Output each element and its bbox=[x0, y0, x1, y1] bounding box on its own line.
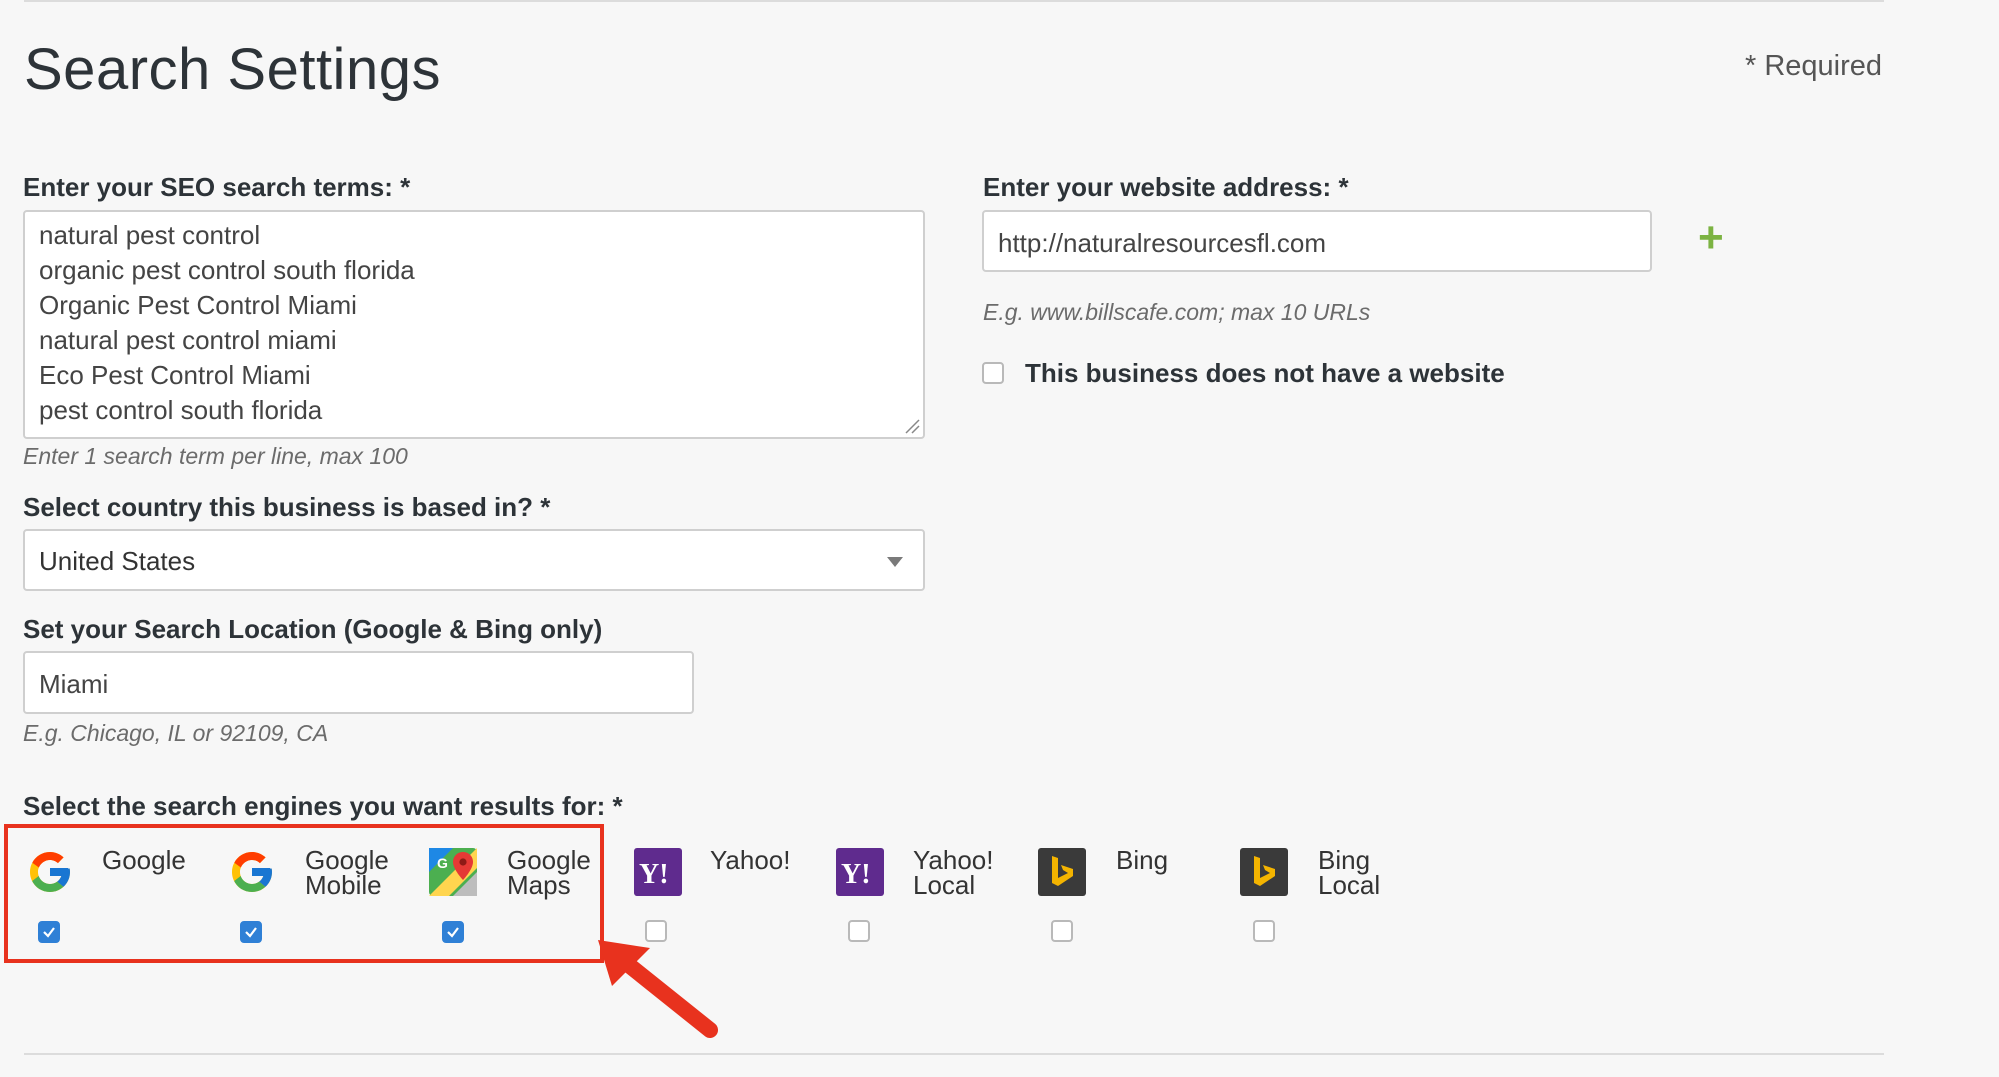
bing-icon bbox=[1240, 848, 1288, 896]
search-term-line: natural pest control bbox=[39, 220, 261, 250]
website-label: Enter your website address: * bbox=[983, 172, 1349, 202]
yahoo-icon: Y! bbox=[836, 848, 884, 896]
plus-icon[interactable]: + bbox=[1698, 216, 1732, 260]
required-note: * Required bbox=[1745, 50, 1883, 82]
engine-name-yahoo: Yahoo! bbox=[710, 845, 791, 875]
engine-yahoo: Y! bbox=[634, 848, 682, 901]
engine-name-bing: Bing bbox=[1116, 845, 1169, 875]
engine-bing bbox=[1038, 848, 1086, 901]
location-input[interactable]: Miami bbox=[23, 651, 694, 714]
annotation-arrow-icon bbox=[598, 940, 718, 1038]
search-term-line: Organic Pest Control Miami bbox=[39, 290, 357, 320]
annotation-highlight-box bbox=[4, 824, 604, 963]
location-hint: E.g. Chicago, IL or 92109, CA bbox=[23, 720, 329, 746]
engine-checkbox-yahoo-local[interactable] bbox=[848, 920, 870, 942]
svg-text:Y!: Y! bbox=[841, 859, 871, 890]
resize-handle-icon[interactable] bbox=[904, 418, 920, 434]
website-input-value: http://naturalresourcesfl.com bbox=[998, 228, 1327, 258]
location-input-value: Miami bbox=[39, 669, 109, 699]
country-selected-value: United States bbox=[39, 546, 196, 576]
engines-label: Select the search engines you want resul… bbox=[23, 791, 623, 821]
page-title: Search Settings bbox=[24, 37, 441, 102]
engine-checkbox-bing-local[interactable] bbox=[1253, 920, 1275, 942]
bottom-divider bbox=[24, 1053, 1884, 1055]
search-term-line: natural pest control miami bbox=[39, 325, 337, 355]
search-term-line: organic pest control south florida bbox=[39, 255, 415, 285]
country-label: Select country this business is based in… bbox=[23, 492, 551, 522]
search-terms-textarea[interactable]: natural pest control organic pest contro… bbox=[23, 210, 925, 439]
engine-name-yahoo-local: Yahoo! Local bbox=[913, 847, 993, 900]
search-terms-label: Enter your SEO search terms: * bbox=[23, 172, 411, 202]
engine-name-bing-local: Bing Local bbox=[1318, 847, 1381, 900]
country-select[interactable]: United States bbox=[23, 529, 925, 591]
search-term-line: pest control south florida bbox=[39, 395, 323, 425]
engine-name-line2: Local bbox=[1318, 870, 1381, 900]
search-terms-hint: Enter 1 search term per line, max 100 bbox=[23, 443, 408, 469]
svg-text:Y!: Y! bbox=[639, 859, 669, 890]
website-hint: E.g. www.billscafe.com; max 10 URLs bbox=[983, 299, 1371, 325]
engine-yahoo-local: Y! bbox=[836, 848, 884, 901]
location-label: Set your Search Location (Google & Bing … bbox=[23, 614, 603, 644]
no-website-label: This business does not have a website bbox=[1025, 358, 1505, 388]
top-divider bbox=[24, 0, 1884, 2]
yahoo-icon: Y! bbox=[634, 848, 682, 896]
no-website-checkbox[interactable] bbox=[982, 362, 1004, 384]
chevron-down-icon bbox=[887, 557, 903, 567]
engine-name-line2: Local bbox=[913, 870, 976, 900]
engine-bing-local bbox=[1240, 848, 1288, 901]
bing-icon bbox=[1038, 848, 1086, 896]
search-term-line: Eco Pest Control Miami bbox=[39, 360, 311, 390]
engine-checkbox-bing[interactable] bbox=[1051, 920, 1073, 942]
website-input[interactable]: http://naturalresourcesfl.com bbox=[982, 210, 1652, 272]
